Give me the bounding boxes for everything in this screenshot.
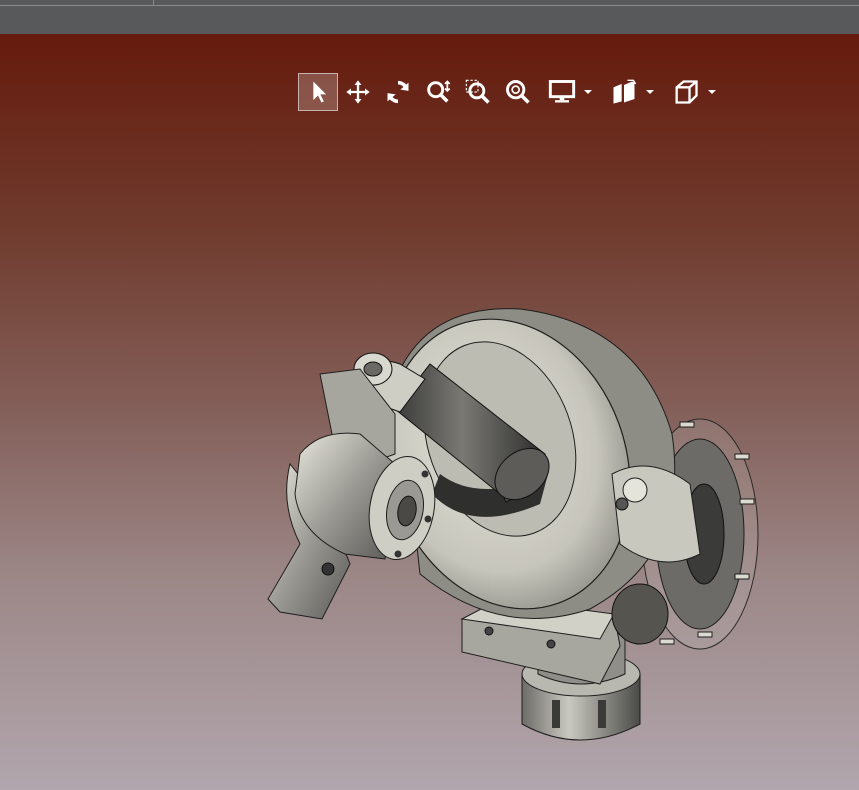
cube-view-icon <box>675 80 698 104</box>
chevron-down-icon[interactable] <box>708 90 716 94</box>
display-style-button[interactable] <box>538 73 600 111</box>
select-button[interactable] <box>298 73 338 111</box>
rotate-button[interactable] <box>378 73 418 111</box>
chevron-down-icon[interactable] <box>584 90 592 94</box>
rotate-icon <box>387 80 409 104</box>
tab-separator <box>153 0 154 6</box>
pan-button[interactable] <box>338 73 378 111</box>
zoom-window-button[interactable] <box>458 73 498 111</box>
section-view-button[interactable] <box>600 73 662 111</box>
zoom-fit-icon <box>506 80 530 104</box>
window-tab-bar <box>0 0 859 35</box>
zoom-icon <box>427 80 451 103</box>
move-arrows-icon <box>346 80 370 104</box>
3d-viewport[interactable] <box>0 34 859 790</box>
3d-assembly-model[interactable] <box>0 34 859 790</box>
zoom-window-icon <box>465 79 490 104</box>
chevron-down-icon[interactable] <box>646 90 654 94</box>
zoom-fit-button[interactable] <box>498 73 538 111</box>
section-view-icon <box>613 79 637 104</box>
zoom-button[interactable] <box>418 73 458 111</box>
view-toolbar <box>298 72 724 112</box>
arrow-cursor-icon <box>313 81 327 103</box>
monitor-icon <box>548 80 576 103</box>
tab-strip-line <box>0 5 859 6</box>
view-orientation-button[interactable] <box>662 73 724 111</box>
